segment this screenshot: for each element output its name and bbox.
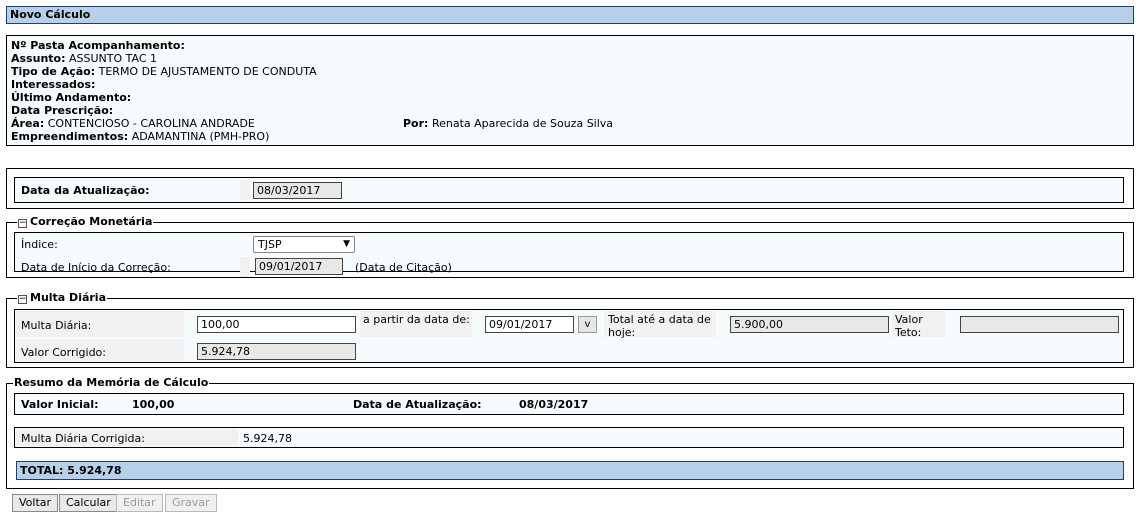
multa-legend[interactable]: − Multa Diária [17,291,108,304]
correcao-legend[interactable]: − Correção Monetária [17,215,154,228]
collapse-icon[interactable]: − [18,295,27,304]
interessados-label: Interessados: [11,78,96,91]
atualizacao-label: Data da Atualização: [21,184,150,197]
tipo-acao-label: Tipo de Ação: [11,65,96,78]
data-prescricao-label: Data Prescrição: [11,104,114,117]
empreendimentos-value: ADAMANTINA (PMH-PRO) [131,130,270,143]
por-value: Renata Aparecida de Souza Silva [431,117,614,130]
multa-corrigida-label: Multa Diária Corrigida: [21,432,145,445]
valor-teto-label: Valor Teto: [895,313,923,339]
total-ate-hoje-input[interactable]: 5.900,00 [730,316,889,333]
inicio-correcao-label: Data de Início da Correção: [21,261,171,274]
atualizacao-label-cell [240,180,250,200]
valor-corrigido-input[interactable]: 5.924,78 [197,343,356,360]
voltar-button[interactable]: Voltar [12,494,59,512]
editar-button[interactable]: Editar [116,494,163,512]
multa-diaria-input[interactable]: 100,00 [197,316,356,333]
multa-corrigida-value: 5.924,78 [243,432,292,445]
resumo-legend: Resumo da Memória de Cálculo [13,376,210,389]
area-value: CONTENCIOSO - CAROLINA ANDRADE [47,117,255,130]
total-bar: TOTAL: 5.924,78 [16,461,1124,480]
multa-legend-text: Multa Diária [30,291,107,304]
total-ate-hoje-label: Total até a data de hoje: [608,313,711,339]
data-atualizacao-label: Data de Atualização: [353,398,482,411]
empreendimentos-label: Empreendimentos: [11,130,129,143]
chevron-down-icon: ▼ [343,239,350,249]
area-label: Área: [11,117,45,130]
por-label: Por: [403,117,429,130]
correcao-box [14,232,1124,272]
tipo-acao-value: TERMO DE AJUSTAMENTO DE CONDUTA [98,65,317,78]
assunto-label: Assunto: [11,52,66,65]
assunto-value: ASSUNTO TAC 1 [68,52,158,65]
valor-corrigido-label: Valor Corrigido: [21,346,106,359]
calcular-button[interactable]: Calcular [59,494,118,512]
pasta-label: Nº Pasta Acompanhamento: [11,39,185,52]
process-info-panel: Nº Pasta Acompanhamento: Assunto: ASSUNT… [6,35,1134,146]
atualizacao-row [14,177,1124,203]
page-title: Novo Cálculo [6,6,1134,24]
ultimo-andamento-label: Último Andamento: [11,91,132,104]
valor-teto-input[interactable] [960,316,1119,333]
atualizacao-date-input[interactable]: 08/03/2017 [253,182,342,199]
indice-label: Índice: [21,238,58,251]
correcao-legend-text: Correção Monetária [30,215,153,228]
indice-selected-value: TJSP [258,238,282,251]
date-picker-button[interactable]: v [578,316,597,333]
partir-data-input[interactable]: 09/01/2017 [485,316,574,333]
valor-inicial-value: 100,00 [132,398,175,411]
multa-diaria-label: Multa Diária: [21,319,92,332]
partir-data-label: a partir da data de: [363,313,470,326]
data-atualizacao-value: 08/03/2017 [519,398,589,411]
collapse-icon[interactable]: − [18,219,27,228]
inicio-correcao-note: (Data de Citação) [355,261,452,274]
indice-select[interactable]: TJSP ▼ [253,236,355,253]
inicio-correcao-input[interactable]: 09/01/2017 [255,258,343,275]
inicio-label-cell [240,257,250,277]
gravar-button[interactable]: Gravar [165,494,217,512]
valor-inicial-label: Valor Inicial: [21,398,99,411]
